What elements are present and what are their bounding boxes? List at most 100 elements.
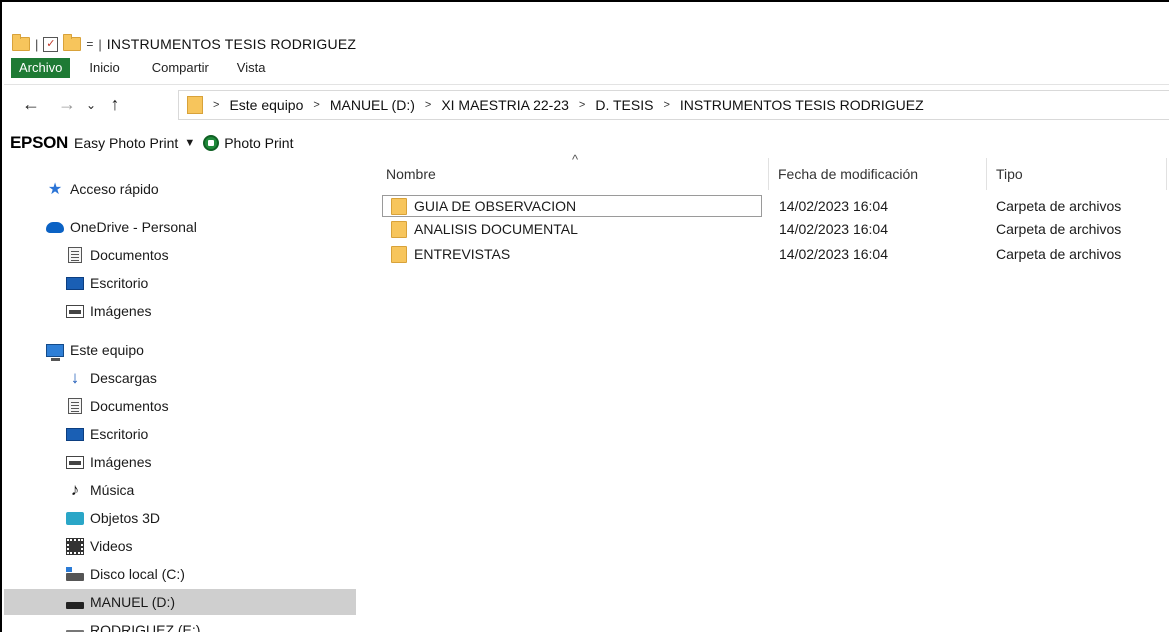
sidebar-item-label: Disco local (C:) xyxy=(90,566,185,582)
sidebar-item-label: Videos xyxy=(90,538,133,554)
removable-drive-icon xyxy=(66,622,84,632)
modified-date: 14/02/2023 16:04 xyxy=(779,221,888,237)
folder-icon xyxy=(391,197,407,215)
3d-objects-icon xyxy=(66,510,84,526)
sidebar-item-videos[interactable]: Videos xyxy=(4,533,356,559)
sidebar-item-label: Documentos xyxy=(90,398,169,414)
modified-date: 14/02/2023 16:04 xyxy=(779,246,888,262)
file-list: ^ Nombre Fecha de modificación Tipo GUIA… xyxy=(380,152,1169,632)
sidebar-item-documentos[interactable]: Documentos xyxy=(4,242,356,268)
up-arrow-icon[interactable]: ↑ xyxy=(102,94,128,115)
column-header-label: Fecha de modificación xyxy=(778,166,919,182)
sidebar-item-documentos-pc[interactable]: Documentos xyxy=(4,393,356,419)
breadcrumb-manuel-d[interactable]: MANUEL (D:) xyxy=(330,97,415,113)
column-divider[interactable] xyxy=(768,158,769,190)
videos-icon xyxy=(66,537,84,555)
list-item[interactable]: GUIA DE OBSERVACION 14/02/2023 16:04 Car… xyxy=(380,195,1169,217)
sidebar-item-label: Descargas xyxy=(90,370,157,386)
download-icon: ↓ xyxy=(70,368,80,387)
sidebar-item-manuel-d[interactable]: MANUEL (D:) xyxy=(4,589,356,615)
breadcrumb-xi-maestria[interactable]: XI MAESTRIA 22-23 xyxy=(441,97,569,113)
breadcrumb-d-tesis[interactable]: D. TESIS xyxy=(595,97,653,113)
sidebar-item-disco-local-c[interactable]: Disco local (C:) xyxy=(4,561,356,587)
sidebar-item-escritorio[interactable]: Escritorio xyxy=(4,270,356,296)
column-divider[interactable] xyxy=(986,158,987,190)
list-item[interactable]: ENTREVISTAS 14/02/2023 16:04 Carpeta de … xyxy=(380,243,1169,265)
ribbon-tabs: Archivo Inicio Compartir Vista xyxy=(4,58,1169,78)
breadcrumb-separator-icon[interactable]: > xyxy=(579,99,585,111)
sidebar-item-imagenes[interactable]: Imágenes xyxy=(4,298,356,324)
new-folder-icon[interactable] xyxy=(63,34,82,51)
forward-arrow-icon[interactable]: → xyxy=(54,94,80,115)
sidebar-item-objetos-3d[interactable]: Objetos 3D xyxy=(4,505,356,531)
photo-print-button[interactable]: Photo Print xyxy=(224,135,293,151)
file-type: Carpeta de archivos xyxy=(996,221,1122,237)
file-type: Carpeta de archivos xyxy=(996,246,1122,262)
epson-logo: EPSON xyxy=(10,133,69,152)
recent-locations-chevron-icon[interactable]: ⌄ xyxy=(80,98,102,112)
documents-icon xyxy=(66,247,84,263)
breadcrumb-separator-icon[interactable]: > xyxy=(213,99,219,111)
dropdown-arrow-icon[interactable]: ▼ xyxy=(184,137,195,149)
column-divider[interactable] xyxy=(1166,158,1167,190)
breadcrumb-instrumentos[interactable]: INSTRUMENTOS TESIS RODRIGUEZ xyxy=(680,97,924,113)
sidebar-item-label: MANUEL (D:) xyxy=(90,594,176,610)
computer-icon xyxy=(46,342,64,361)
tab-inicio[interactable]: Inicio xyxy=(80,58,128,78)
back-arrow-icon[interactable]: ← xyxy=(18,94,44,115)
sidebar-item-descargas[interactable]: ↓ Descargas xyxy=(4,365,356,391)
sidebar-item-label: Objetos 3D xyxy=(90,510,161,526)
sidebar-item-este-equipo[interactable]: Este equipo xyxy=(4,337,356,363)
music-icon: ♪ xyxy=(70,480,80,499)
sidebar-item-escritorio-pc[interactable]: Escritorio xyxy=(4,421,356,447)
documents-icon xyxy=(66,398,84,414)
breadcrumb-separator-icon[interactable]: > xyxy=(313,99,319,111)
breadcrumb-separator-icon[interactable]: > xyxy=(663,99,669,111)
breadcrumb-separator-icon[interactable]: > xyxy=(425,99,431,111)
local-disk-icon xyxy=(66,566,84,582)
tab-archivo[interactable]: Archivo xyxy=(11,58,71,78)
sidebar-item-label: Imágenes xyxy=(90,303,152,319)
sidebar-item-label: Escritorio xyxy=(90,275,149,291)
sidebar-item-label: Acceso rápido xyxy=(70,181,159,197)
desktop-icon xyxy=(66,275,84,291)
sidebar-item-musica[interactable]: ♪ Música xyxy=(4,477,356,503)
list-item[interactable]: ANALISIS DOCUMENTAL 14/02/2023 16:04 Car… xyxy=(380,218,1169,240)
quick-access-toolbar: | ✓ = | INSTRUMENTOS TESIS RODRIGUEZ xyxy=(12,34,356,54)
customize-qat-dropdown-icon[interactable]: = xyxy=(86,37,93,51)
file-name-cell[interactable]: GUIA DE OBSERVACION xyxy=(382,195,762,217)
sort-ascending-icon: ^ xyxy=(572,152,579,167)
breadcrumb-este-equipo[interactable]: Este equipo xyxy=(229,97,303,113)
sidebar-item-onedrive[interactable]: OneDrive - Personal xyxy=(4,214,356,240)
sidebar-item-acceso-rapido[interactable]: ★ Acceso rápido xyxy=(4,176,356,202)
folder-icon[interactable] xyxy=(12,34,30,51)
column-header-tipo[interactable]: Tipo xyxy=(996,158,1166,190)
address-bar[interactable]: > Este equipo > MANUEL (D:) > XI MAESTRI… xyxy=(178,90,1169,120)
navigation-bar: ← → ⌄ ↑ > Este equipo > MANUEL (D:) > XI… xyxy=(4,84,1169,124)
modified-date: 14/02/2023 16:04 xyxy=(779,198,888,214)
photo-print-icon xyxy=(203,135,220,151)
column-header-label: Tipo xyxy=(996,166,1023,182)
tab-compartir[interactable]: Compartir xyxy=(143,58,218,78)
qat-separator: | xyxy=(35,36,39,52)
qat-separator: | xyxy=(98,36,102,52)
folder-icon xyxy=(391,245,407,263)
sidebar-item-imagenes-pc[interactable]: Imágenes xyxy=(4,449,356,475)
folder-icon xyxy=(187,96,203,114)
easy-photo-print-button[interactable]: Easy Photo Print xyxy=(74,135,178,151)
window-title: INSTRUMENTOS TESIS RODRIGUEZ xyxy=(106,36,357,52)
pictures-icon xyxy=(66,454,84,470)
file-name-cell[interactable]: ENTREVISTAS xyxy=(382,243,762,265)
column-header-nombre[interactable]: ^ Nombre xyxy=(386,152,766,190)
file-name: ANALISIS DOCUMENTAL xyxy=(414,221,578,237)
sidebar-item-label: Este equipo xyxy=(70,342,144,358)
sidebar-item-label: Escritorio xyxy=(90,426,149,442)
sidebar-item-label: Imágenes xyxy=(90,454,152,470)
usb-drive-icon xyxy=(66,594,84,610)
properties-check-icon[interactable]: ✓ xyxy=(43,36,59,52)
file-name-cell[interactable]: ANALISIS DOCUMENTAL xyxy=(382,218,762,240)
column-header-fecha[interactable]: Fecha de modificación xyxy=(778,158,984,190)
explorer-window: | ✓ = | INSTRUMENTOS TESIS RODRIGUEZ Arc… xyxy=(0,0,1169,632)
tab-vista[interactable]: Vista xyxy=(228,58,275,78)
sidebar-item-rodriguez-e[interactable]: RODRIGUEZ (E:) xyxy=(4,617,356,632)
